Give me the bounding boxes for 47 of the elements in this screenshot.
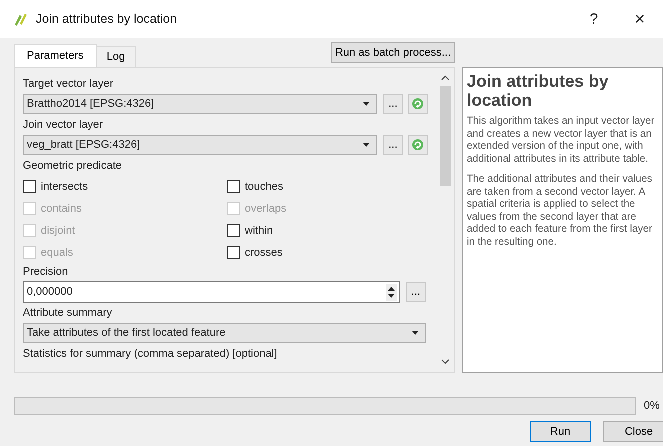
spinner-arrows-icon [386,284,397,300]
run-button[interactable]: Run [530,421,591,442]
checkbox-label: equals [41,246,74,258]
field-label: Precision [23,265,70,280]
tab[interactable]: Log [96,46,136,67]
dropdown-arrow-icon [412,331,419,335]
checkbox-label: touches [245,180,284,192]
close-button[interactable]: × [617,0,663,38]
dropdown-arrow-icon [363,102,370,106]
window-title: Join attributes by location [36,12,178,26]
checkbox-label: within [245,224,274,236]
scrollbar-thumb[interactable] [440,86,450,186]
scroll-up-icon [440,75,450,81]
checkbox[interactable] [227,246,240,259]
browse-button[interactable]: ... [406,282,426,302]
summary-dropdown[interactable]: Take attributes of the first located feature [23,323,426,343]
field-label: Statistics for summary (comma separated) [optional] [23,347,278,362]
checkbox-label: crosses [245,246,283,258]
cycle-arrow-icon [412,139,424,151]
checkbox-label: disjoint [41,224,76,236]
checkbox-label: overlaps [245,202,287,214]
checkbox-label: contains [41,202,82,214]
layer-dropdown[interactable]: veg_bratt [EPSG:4326] [23,135,378,155]
help-button[interactable]: ? [571,0,617,38]
number-field[interactable]: 0,000000 [23,281,400,303]
help-title: Join attributes by location [467,72,610,110]
browse-button[interactable]: ... [383,94,404,114]
checkbox[interactable] [227,180,240,193]
checkbox[interactable] [23,180,36,193]
checkbox[interactable] [227,224,240,237]
tab[interactable]: Parameters [14,44,97,67]
field-label: Attribute summary [23,306,114,321]
field-label: Target vector layer [23,77,114,92]
dropdown-arrow-icon [363,143,370,147]
browse-button[interactable]: ... [383,135,404,155]
layer-dropdown[interactable]: Brattho2014 [EPSG:4326] [23,94,378,114]
scroll-down-icon [440,359,450,365]
cycle-arrow-icon [412,98,424,110]
close-dialog-button[interactable]: Close [603,421,663,442]
leaf-icon [12,11,28,27]
help-text: This algorithm takes an input vector layer and creates a new vector layer that is an extended version of the input one, with additional attributes in its attribute table. [467,116,656,166]
field-label: Geometric predicate [23,159,124,174]
checkbox-label: intersects [41,180,88,192]
progress-percent: 0% [644,400,660,412]
field-label: Join vector layer [23,118,104,133]
help-text: The additional attributes and their values are taken from a second vector layer. A spatial criteria is applied to select the values from the second layer that are added to each feature from the first layer in the resulting one. [467,174,654,249]
batch-process-button[interactable]: Run as batch process... [331,42,455,63]
